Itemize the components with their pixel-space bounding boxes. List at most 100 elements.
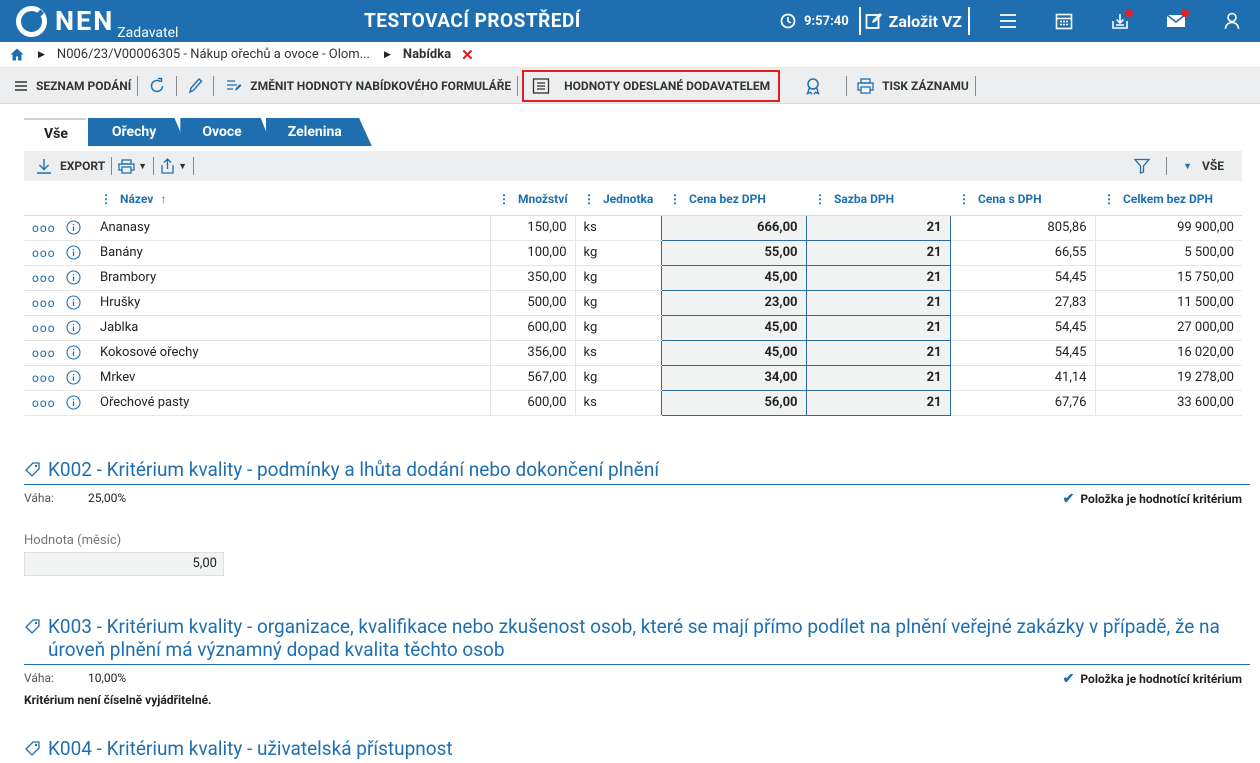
print-record-label: TISK ZÁZNAMU — [882, 78, 969, 93]
criterion-k003: K003 - Kritérium kvality - organizace, k… — [24, 615, 1250, 707]
cell-name: Hrušky — [92, 290, 490, 316]
table-row[interactable]: ooo Hrušky 500,00 kg 23,00 21 27,83 11 500,00 — [24, 289, 1242, 316]
table-row[interactable]: ooo Jablka 600,00 kg 45,00 21 54,45 27 000,00 — [24, 314, 1242, 341]
cell-price-input[interactable]: 23,00 — [660, 289, 807, 316]
grid-header-row: ⋮ Název ↑ ⋮ Množství ⋮ Jednotka ⋮ Cena bez D… — [24, 183, 1242, 216]
supplier-sent-values-button[interactable]: HODNOTY ODESLANÉ DODAVATELEM — [522, 69, 781, 102]
notification-dot — [1125, 9, 1133, 17]
more-options-icon[interactable]: ooo — [32, 246, 56, 260]
cell-vat-input[interactable]: 21 — [805, 214, 951, 241]
cell-price-input[interactable]: 45,00 — [660, 264, 807, 291]
table-row[interactable]: ooo Ořechové pasty 600,00 ks 56,00 21 67,76 33 … — [24, 389, 1242, 416]
column-header-total[interactable]: ⋮ Celkem bez DPH — [1095, 183, 1242, 216]
change-form-values-button[interactable]: ZMĚNIT HODNOTY NABÍDKOVÉHO FORMULÁŘE — [226, 68, 511, 104]
award-button[interactable] — [800, 68, 826, 104]
cell-price-input[interactable]: 55,00 — [660, 239, 807, 266]
cell-price-input[interactable]: 56,00 — [660, 389, 807, 416]
cell-total: 15 750,00 — [1094, 265, 1242, 291]
export-button[interactable]: EXPORT — [36, 151, 105, 181]
filter-icon[interactable] — [1134, 158, 1151, 174]
column-header-quantity[interactable]: ⋮ Množství — [490, 183, 575, 216]
row-actions: ooo — [24, 365, 92, 391]
info-icon[interactable] — [65, 220, 81, 235]
cell-price-vat: 54,45 — [950, 315, 1095, 341]
more-options-icon[interactable]: ooo — [32, 321, 56, 335]
action-toolbar: SEZNAM PODÁNÍ ZMĚNIT HODNOTY NABÍDKOVÉHO… — [0, 68, 1260, 104]
info-icon[interactable] — [65, 295, 81, 310]
more-options-icon[interactable]: ooo — [32, 371, 56, 385]
grid-toolbar: EXPORT ▼ ▼ ▼ VŠE — [24, 151, 1242, 181]
cell-price-input[interactable]: 666,00 — [660, 214, 807, 241]
table-row[interactable]: ooo Brambory 350,00 kg 45,00 21 54,45 15 750,00 — [24, 264, 1242, 291]
table-row[interactable]: ooo Kokosové ořechy 356,00 ks 45,00 21 54,45 16… — [24, 339, 1242, 366]
cell-price-input[interactable]: 45,00 — [660, 339, 807, 366]
column-header-unit[interactable]: ⋮ Jednotka — [575, 183, 661, 216]
value-field[interactable]: 5,00 — [24, 552, 224, 576]
cell-price-input[interactable]: 34,00 — [660, 364, 807, 391]
print-record-button[interactable]: TISK ZÁZNAMU — [857, 68, 969, 104]
home-icon[interactable] — [10, 48, 24, 61]
table-row[interactable]: ooo Banány 100,00 kg 55,00 21 66,55 5 500,00 — [24, 239, 1242, 266]
cell-total: 11 500,00 — [1094, 290, 1242, 316]
cell-price-input[interactable]: 45,00 — [660, 314, 807, 341]
cell-vat-input[interactable]: 21 — [805, 339, 951, 366]
info-icon[interactable] — [65, 370, 81, 385]
messages-button[interactable] — [1148, 0, 1204, 42]
more-options-icon[interactable]: ooo — [32, 296, 56, 310]
cell-vat-input[interactable]: 21 — [805, 389, 951, 416]
table-row[interactable]: ooo Mrkev 567,00 kg 34,00 21 41,14 19 278,00 — [24, 364, 1242, 391]
refresh-button[interactable] — [144, 68, 170, 104]
breadcrumb: ▶ N006/23/V00006305 - Nákup ořechů a ovo… — [0, 42, 1260, 68]
items-grid: ⋮ Název ↑ ⋮ Množství ⋮ Jednotka ⋮ Cena bez D… — [24, 183, 1242, 416]
column-header-name[interactable]: ⋮ Název ↑ — [92, 183, 490, 216]
cell-vat-input[interactable]: 21 — [805, 364, 951, 391]
cell-vat-input[interactable]: 21 — [805, 314, 951, 341]
filter-selected-value[interactable]: VŠE — [1202, 159, 1224, 173]
column-header-vat-rate[interactable]: ⋮ Sazba DPH — [806, 183, 950, 216]
cell-vat-input[interactable]: 21 — [805, 239, 951, 266]
close-tab-icon[interactable]: ✕ — [461, 46, 474, 64]
info-icon[interactable] — [65, 320, 81, 335]
submission-list-button[interactable]: SEZNAM PODÁNÍ — [14, 68, 131, 104]
column-header-price[interactable]: ⋮ Cena bez DPH — [661, 183, 806, 216]
cell-quantity: 150,00 — [489, 215, 575, 241]
inbox-button[interactable] — [1092, 0, 1148, 42]
info-icon[interactable] — [65, 345, 81, 360]
user-button[interactable] — [1204, 0, 1260, 42]
calendar-button[interactable] — [1036, 0, 1092, 42]
tab-all[interactable]: Vše — [24, 118, 94, 146]
table-row[interactable]: ooo Ananasy 150,00 ks 666,00 21 805,86 99 900,0… — [24, 214, 1242, 241]
share-button[interactable]: ▼ — [160, 151, 187, 181]
filter-dropdown-icon[interactable]: ▼ — [1183, 161, 1192, 172]
info-icon[interactable] — [65, 395, 81, 410]
environment-title: TESTOVACÍ PROSTŘEDÍ — [364, 9, 581, 32]
toolbar-divider — [846, 75, 848, 96]
cell-name: Kokosové ořechy — [92, 340, 490, 366]
cell-quantity: 600,00 — [489, 315, 575, 341]
check-icon: ✔ — [1062, 491, 1075, 507]
criterion-title: K002 - Kritérium kvality - podmínky a lh… — [24, 458, 1250, 485]
more-options-icon[interactable]: ooo — [32, 346, 56, 360]
more-options-icon[interactable]: ooo — [32, 396, 56, 410]
grid-print-button[interactable]: ▼ — [118, 151, 147, 181]
tab-vegetables[interactable]: Zelenina — [265, 118, 372, 146]
tag-icon — [25, 619, 40, 634]
nen-logo[interactable]: NEN Zadavatel — [0, 5, 300, 41]
more-options-icon[interactable]: ooo — [32, 221, 56, 235]
change-form-values-label: ZMĚNIT HODNOTY NABÍDKOVÉHO FORMULÁŘE — [250, 78, 512, 93]
info-icon[interactable] — [65, 245, 81, 260]
cell-vat-input[interactable]: 21 — [805, 264, 951, 291]
breadcrumb-tender[interactable]: N006/23/V00006305 - Nákup ořechů a ovoce… — [57, 47, 370, 62]
cell-quantity: 356,00 — [489, 340, 575, 366]
cell-vat-input[interactable]: 21 — [805, 289, 951, 316]
column-header-price-vat[interactable]: ⋮ Cena s DPH — [950, 183, 1095, 216]
create-tender-button[interactable]: Založit VZ — [858, 7, 970, 35]
info-icon[interactable] — [65, 270, 81, 285]
tab-nuts[interactable]: Ořechy — [87, 118, 187, 146]
toolbar-divider — [193, 157, 194, 175]
more-options-icon[interactable]: ooo — [32, 271, 56, 285]
menu-button[interactable] — [980, 0, 1036, 42]
edit-button[interactable] — [183, 68, 207, 104]
tab-fruit[interactable]: Ovoce — [180, 118, 272, 146]
cell-price-vat: 805,86 — [950, 215, 1095, 241]
